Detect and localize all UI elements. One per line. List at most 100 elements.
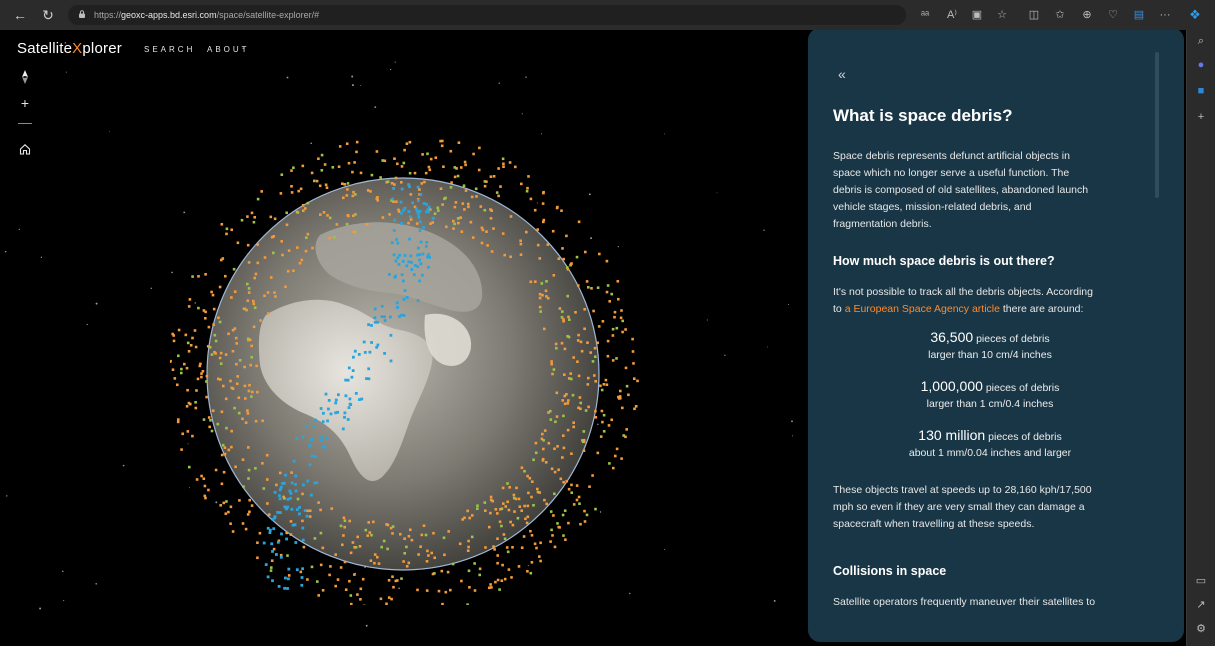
debris-point bbox=[302, 483, 305, 487]
debris-point bbox=[594, 416, 598, 419]
stat-block: 130 million pieces of debris about 1 mm/… bbox=[833, 427, 1147, 462]
nav-search-link[interactable]: SEARCH bbox=[144, 45, 195, 54]
settings-icon[interactable]: ⚙ bbox=[1194, 622, 1208, 636]
debris-point bbox=[599, 384, 602, 388]
debris-point bbox=[484, 546, 487, 549]
debris-point bbox=[296, 246, 299, 249]
debris-point bbox=[599, 435, 603, 438]
debris-point bbox=[213, 333, 217, 337]
copilot-icon[interactable]: ❖ bbox=[1188, 8, 1202, 22]
debris-point bbox=[453, 222, 456, 226]
debris-point bbox=[331, 166, 335, 169]
debris-point bbox=[339, 524, 343, 528]
debris-point bbox=[542, 218, 546, 222]
debris-point bbox=[563, 347, 567, 351]
debris-point bbox=[562, 480, 565, 484]
debris-point bbox=[218, 320, 222, 324]
debris-point bbox=[417, 215, 421, 219]
debris-point bbox=[541, 459, 545, 462]
debris-point bbox=[194, 345, 198, 349]
intro-line: space which no longer serve a useful fun… bbox=[833, 167, 1070, 179]
address-bar[interactable]: https://geoxc-apps.bd.esri.com/space/sat… bbox=[68, 5, 906, 25]
debris-point bbox=[499, 185, 502, 188]
debris-point bbox=[234, 336, 238, 340]
debris-point bbox=[572, 421, 575, 424]
debris-point bbox=[286, 587, 289, 590]
scene-view[interactable]: SatelliteXplorer SEARCH ABOUT + « What i… bbox=[0, 30, 1186, 646]
app-title[interactable]: SatelliteXplorer bbox=[17, 40, 122, 57]
debris-point bbox=[283, 586, 286, 590]
home-icon[interactable] bbox=[16, 140, 34, 158]
immersive-reader-icon[interactable]: ▣ bbox=[970, 8, 984, 22]
debris-point bbox=[457, 141, 461, 144]
debris-point bbox=[541, 293, 544, 297]
zoom-in-button[interactable]: + bbox=[16, 94, 34, 112]
debris-point bbox=[351, 194, 355, 198]
collapse-panel-button[interactable]: « bbox=[838, 66, 846, 82]
panel-scrollbar[interactable] bbox=[1155, 52, 1159, 198]
favorite-star-icon[interactable]: ☆ bbox=[995, 8, 1009, 22]
debris-point bbox=[569, 372, 572, 375]
search-icon[interactable]: ⌕ bbox=[1194, 34, 1208, 48]
debris-point bbox=[292, 269, 295, 272]
more-icon[interactable]: ··· bbox=[1158, 8, 1172, 22]
sidebar-layout-icon[interactable]: ▭ bbox=[1194, 574, 1208, 588]
debris-point bbox=[358, 545, 362, 548]
esa-article-link[interactable]: a European Space Agency article bbox=[845, 303, 1000, 315]
lock-icon bbox=[79, 10, 85, 18]
debris-point bbox=[427, 554, 430, 557]
debris-point bbox=[420, 182, 424, 185]
debris-point bbox=[313, 455, 317, 458]
debris-point bbox=[229, 379, 232, 383]
debris-point bbox=[473, 589, 477, 592]
debris-point bbox=[235, 362, 238, 366]
debris-point bbox=[329, 565, 332, 568]
debris-point bbox=[306, 578, 309, 581]
debris-point bbox=[524, 517, 527, 521]
debris-point bbox=[582, 430, 586, 433]
debris-point bbox=[235, 382, 239, 386]
debris-point bbox=[376, 320, 380, 324]
debris-point bbox=[410, 538, 414, 542]
debris-point bbox=[529, 280, 533, 284]
debris-point bbox=[544, 461, 548, 464]
debris-point bbox=[410, 268, 414, 271]
read-aloud-icon[interactable]: ᵃᵃ bbox=[918, 8, 932, 22]
debris-point bbox=[551, 534, 554, 537]
earth-globe[interactable] bbox=[170, 125, 640, 605]
debris-point bbox=[572, 356, 575, 359]
debris-point bbox=[526, 515, 530, 519]
copilot-icon[interactable]: ● bbox=[1194, 58, 1208, 72]
debris-point bbox=[501, 157, 505, 161]
debris-point bbox=[269, 276, 273, 279]
debris-point bbox=[612, 466, 615, 470]
debris-point bbox=[409, 528, 412, 532]
debris-point bbox=[280, 532, 283, 536]
collections-icon[interactable]: ⊕ bbox=[1080, 8, 1094, 22]
browser-essentials-icon[interactable]: ♡ bbox=[1106, 8, 1120, 22]
favorites-icon[interactable]: ✩ bbox=[1053, 8, 1067, 22]
back-arrow-icon[interactable]: ← bbox=[12, 7, 28, 23]
outlook-icon[interactable]: ■ bbox=[1194, 84, 1208, 98]
split-screen-icon[interactable]: ◫ bbox=[1027, 8, 1041, 22]
debris-point bbox=[434, 156, 438, 159]
debris-point bbox=[467, 545, 470, 549]
debris-point bbox=[460, 230, 464, 233]
debris-point bbox=[453, 205, 457, 209]
text-size-icon[interactable]: A⁾ bbox=[945, 8, 959, 22]
debris-point bbox=[351, 369, 355, 372]
debris-point bbox=[586, 383, 590, 386]
refresh-icon[interactable]: ↻ bbox=[40, 7, 56, 23]
nav-about-link[interactable]: ABOUT bbox=[207, 45, 250, 54]
debris-point bbox=[476, 507, 479, 510]
debris-point bbox=[445, 225, 448, 229]
debris-point bbox=[525, 189, 529, 193]
add-icon[interactable]: + bbox=[1194, 110, 1208, 124]
extension-icon[interactable]: ▤ bbox=[1132, 8, 1146, 22]
compass-icon[interactable] bbox=[16, 68, 34, 86]
external-link-icon[interactable]: ↗ bbox=[1194, 598, 1208, 612]
star bbox=[86, 323, 88, 326]
debris-point bbox=[601, 320, 605, 323]
debris-point bbox=[426, 549, 429, 553]
debris-point bbox=[520, 182, 523, 186]
